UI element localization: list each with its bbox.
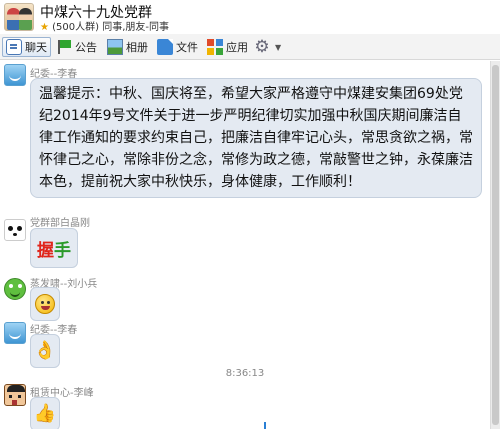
message-timestamp: 8:36:13 <box>225 368 265 379</box>
apps-grid-icon <box>207 39 223 55</box>
scrollbar-thumb[interactable] <box>492 65 499 425</box>
sticker-text: 握手 <box>37 236 71 261</box>
tab-album-label: 相册 <box>126 41 148 54</box>
tab-notice-label: 公告 <box>75 41 97 54</box>
message-sender: 党群部白晶刚 <box>30 218 90 229</box>
avatar[interactable] <box>4 384 26 406</box>
gear-icon: ⚙ <box>254 37 270 57</box>
group-avatar[interactable] <box>4 3 34 31</box>
avatar[interactable] <box>4 278 26 300</box>
chat-scrollbar[interactable] <box>490 61 500 429</box>
tab-files[interactable]: 文件 <box>157 37 198 57</box>
chevron-down-icon: ▼ <box>275 42 282 52</box>
chat-area: 纪委--李春 温馨提示：中秋、国庆将至，希望大家严格遵守中煤建安集团69处党纪2… <box>0 61 490 429</box>
star-icon: ★ <box>40 22 49 33</box>
thumbs-up-emoji: 👍 <box>30 397 60 429</box>
sticker-char: 手 <box>54 240 71 261</box>
group-info: (500人群) 同事,朋友-同事 <box>52 22 170 33</box>
handshake-sticker: 握手 <box>30 228 78 268</box>
avatar[interactable] <box>4 322 26 344</box>
ok-hand-icon: 👌 <box>33 340 57 361</box>
tab-apps-label: 应用 <box>226 41 248 54</box>
thumbs-up-icon: 👍 <box>33 403 57 424</box>
tab-album[interactable]: 相册 <box>107 37 148 57</box>
grin-emoji-icon <box>35 294 55 314</box>
avatar[interactable] <box>4 219 26 241</box>
message-bubble: 温馨提示：中秋、国庆将至，希望大家严格遵守中煤建安集团69处党纪2014年9号文… <box>30 78 482 198</box>
settings-menu[interactable]: ⚙ ▼ <box>254 37 281 57</box>
text-cursor <box>264 422 266 429</box>
ok-hand-emoji: 👌 <box>30 334 60 368</box>
tab-chat[interactable]: 聊天 <box>2 37 51 57</box>
avatar[interactable] <box>4 64 26 86</box>
group-subtitle: ★ (500人群) 同事,朋友-同事 <box>40 18 169 33</box>
tab-files-label: 文件 <box>176 41 198 54</box>
grin-emoji <box>30 287 60 321</box>
chat-header: 中煤六十九处党群 ★ (500人群) 同事,朋友-同事 <box>0 0 500 34</box>
group-toolbar: 聊天 公告 相册 文件 应用 ⚙ ▼ <box>0 34 500 60</box>
tab-apps[interactable]: 应用 <box>207 37 248 57</box>
album-icon <box>107 39 123 55</box>
chat-icon <box>6 39 22 55</box>
sticker-char: 握 <box>37 240 54 261</box>
tab-chat-label: 聊天 <box>25 41 47 54</box>
notice-flag-icon <box>56 39 72 55</box>
file-icon <box>157 39 173 55</box>
tab-notice[interactable]: 公告 <box>56 37 97 57</box>
